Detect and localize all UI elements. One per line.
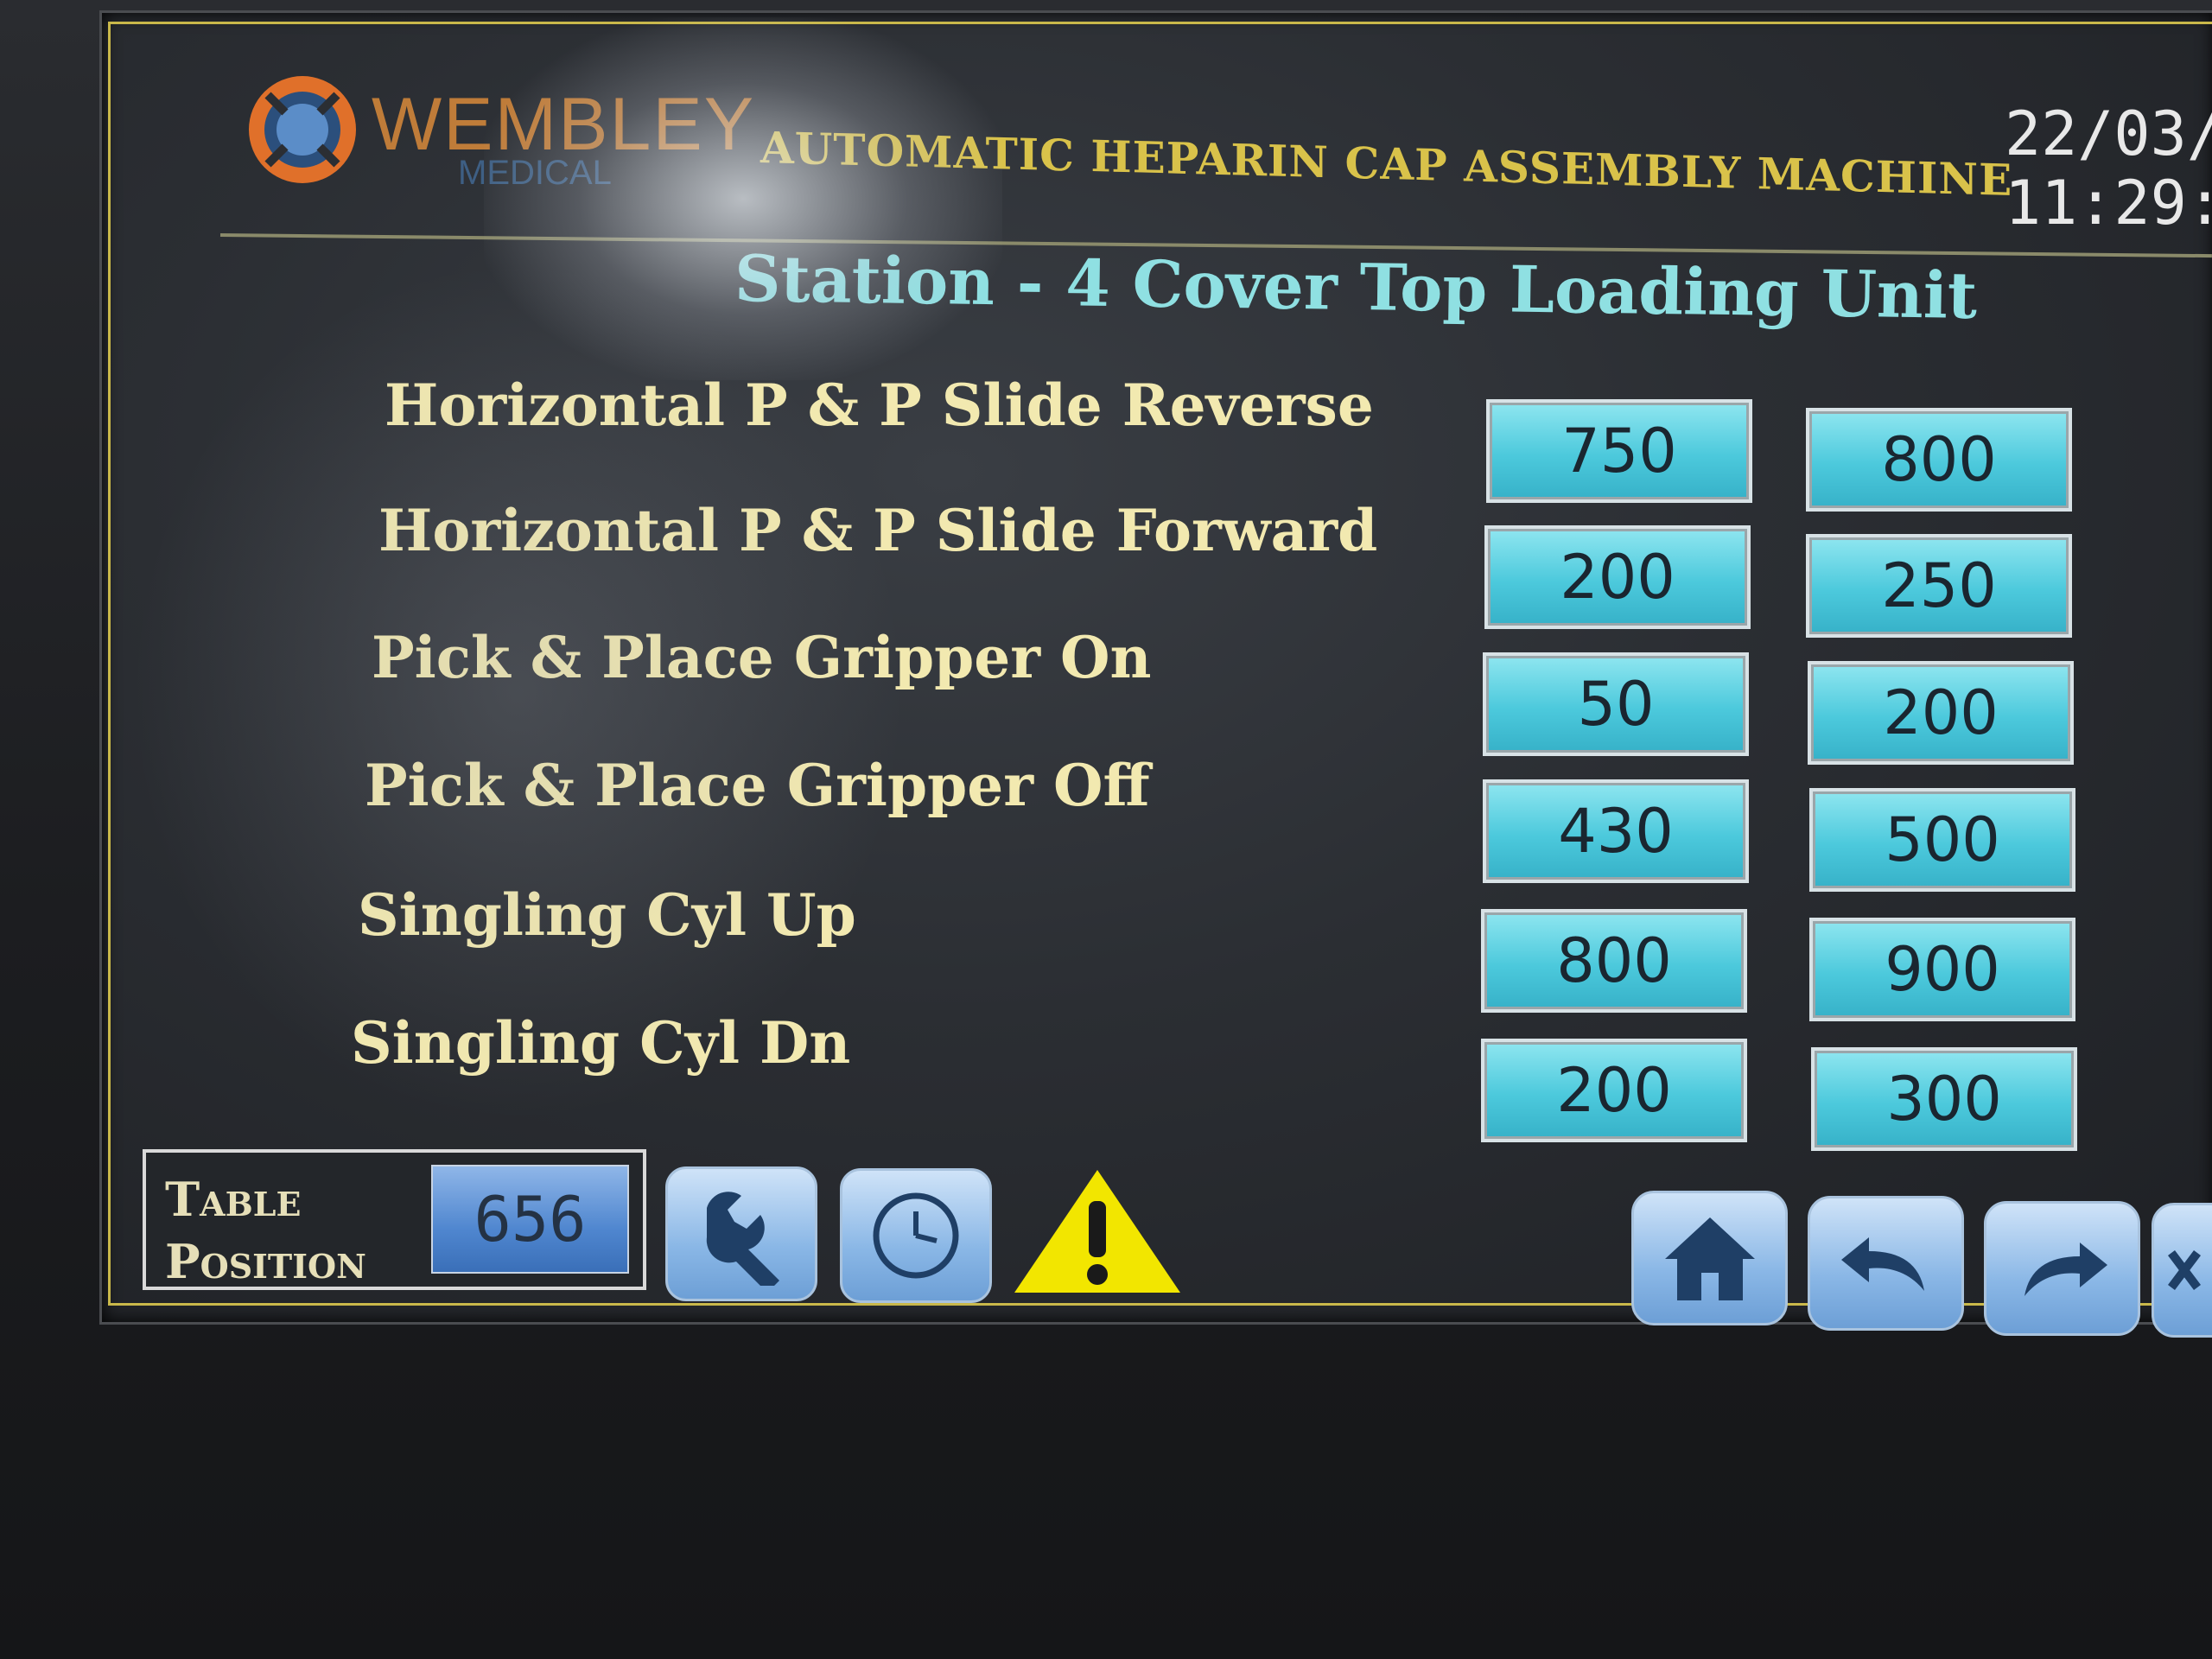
back-button[interactable] — [1808, 1196, 1964, 1331]
close-icon — [2168, 1250, 2201, 1290]
close-button[interactable] — [2152, 1203, 2212, 1338]
param-value-input[interactable]: 800 — [1806, 408, 2072, 512]
param-value-input[interactable]: 900 — [1809, 918, 2075, 1021]
forward-arrow-icon — [2024, 1243, 2107, 1296]
back-arrow-icon — [1840, 1237, 1924, 1291]
home-icon — [1664, 1217, 1755, 1300]
param-label: Horizontal P & P Slide Forward — [378, 497, 1378, 564]
param-label: Pick & Place Gripper Off — [365, 752, 1150, 819]
param-label: Horizontal P & P Slide Reverse — [385, 372, 1374, 439]
datetime-display: 22/03/2 11:29:3 — [2005, 99, 2212, 238]
param-value-input[interactable]: 300 — [1811, 1047, 2077, 1151]
settings-button[interactable] — [665, 1166, 817, 1301]
home-button[interactable] — [1631, 1191, 1788, 1325]
date-display: 22/03/2 — [2005, 99, 2212, 169]
param-value-input[interactable]: 250 — [1806, 534, 2072, 638]
table-position-panel: Table Position 656 — [143, 1149, 646, 1290]
param-value-input[interactable]: 50 — [1483, 652, 1749, 756]
param-value-input[interactable]: 200 — [1481, 1039, 1747, 1142]
param-value-input[interactable]: 800 — [1481, 909, 1747, 1013]
param-label: Singling Cyl Dn — [351, 1009, 851, 1077]
timer-button[interactable] — [840, 1168, 992, 1303]
param-value-input[interactable]: 200 — [1808, 661, 2074, 765]
forward-button[interactable] — [1984, 1201, 2140, 1336]
param-label: Singling Cyl Up — [358, 881, 856, 949]
param-value-input[interactable]: 750 — [1486, 399, 1752, 503]
param-value-input[interactable]: 200 — [1484, 525, 1751, 629]
param-value-input[interactable]: 430 — [1483, 779, 1749, 883]
company-logo-icon — [249, 76, 356, 183]
warning-icon[interactable] — [1011, 1166, 1184, 1296]
clock-icon — [873, 1192, 959, 1279]
table-position-value: 656 — [431, 1165, 629, 1274]
table-position-label: Table Position — [165, 1172, 366, 1289]
wrench-icon — [706, 1192, 779, 1286]
param-label: Pick & Place Gripper On — [372, 624, 1152, 691]
brand-subtitle: MEDICAL — [458, 154, 612, 192]
time-display: 11:29:3 — [2005, 168, 2212, 238]
param-value-input[interactable]: 500 — [1809, 788, 2075, 892]
